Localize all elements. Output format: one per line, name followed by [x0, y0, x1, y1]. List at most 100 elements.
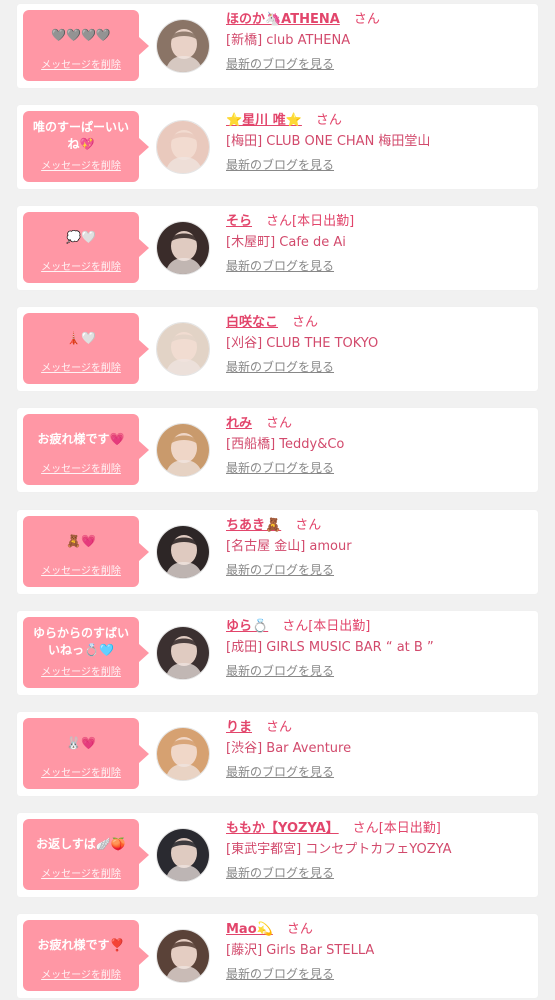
- honorific-label: さん: [295, 518, 322, 533]
- message-text: 🧸💗: [66, 533, 96, 548]
- user-info: ほのか🦄ATHENA さん [新橋] club ATHENA 最新のブログを見る: [226, 9, 531, 72]
- message-text: 🩶🩶🩶🩶: [51, 27, 111, 42]
- name-line: ⭐️星川 唯⭐️ さん: [226, 110, 531, 132]
- message-card: お疲れ様です💗 メッセージを削除 れみ さん [西船橋] Teddy&Co 最新のブログを…: [17, 408, 538, 492]
- user-name-link[interactable]: ちあき🧸: [226, 518, 281, 533]
- avatar[interactable]: [156, 929, 210, 983]
- name-line: 白咲なこ さん: [226, 312, 531, 334]
- delete-message-link[interactable]: メッセージを削除: [23, 865, 139, 880]
- honorific-label: さん: [266, 214, 293, 229]
- message-card: 🗼🤍 メッセージを削除 白咲なこ さん [刈谷] CLUB THE TOKYO 最新のブロ…: [17, 307, 538, 391]
- latest-blog-link[interactable]: 最新のブログを見る: [226, 663, 334, 679]
- user-name-link[interactable]: Mao💫: [226, 922, 273, 937]
- delete-message-link[interactable]: メッセージを削除: [23, 157, 139, 172]
- latest-blog-link[interactable]: 最新のブログを見る: [226, 764, 334, 780]
- user-info: りま さん [渋谷] Bar Aventure 最新のブログを見る: [226, 717, 531, 780]
- avatar[interactable]: [156, 828, 210, 882]
- latest-blog-link[interactable]: 最新のブログを見る: [226, 562, 334, 578]
- name-line: りま さん: [226, 717, 531, 739]
- latest-blog-link[interactable]: 最新のブログを見る: [226, 359, 334, 375]
- user-info: ちあき🧸 さん [名古屋 金山] amour 最新のブログを見る: [226, 515, 531, 578]
- user-name-link[interactable]: 白咲なこ: [226, 315, 278, 330]
- message-text: 🗼🤍: [66, 330, 96, 345]
- name-line: そら さん[本日出勤]: [226, 211, 531, 233]
- message-list: 🩶🩶🩶🩶 メッセージを削除 ほのか🦄ATHENA さん [新橋] club ATHENA…: [0, 0, 555, 1000]
- avatar[interactable]: [156, 19, 210, 73]
- avatar[interactable]: [156, 626, 210, 680]
- shop-label: [梅田] CLUB ONE CHAN 梅田堂山: [226, 134, 431, 149]
- delete-message-link[interactable]: メッセージを削除: [23, 56, 139, 71]
- user-name-link[interactable]: そら: [226, 214, 252, 229]
- user-name-link[interactable]: ゆら💍: [226, 619, 268, 634]
- message-bubble: ゆらからのすばいいねっ💍🩵 メッセージを削除: [23, 617, 149, 688]
- name-line: ほのか🦄ATHENA さん: [226, 9, 531, 31]
- latest-blog-link[interactable]: 最新のブログを見る: [226, 460, 334, 476]
- message-card: お疲れ様です❣️ メッセージを削除 Mao💫 さん [藤沢] Girls Bar STE…: [17, 914, 538, 998]
- honorific-label: さん: [353, 12, 380, 27]
- delete-message-link[interactable]: メッセージを削除: [23, 764, 139, 779]
- work-status: [本日出勤]: [378, 821, 441, 836]
- user-info: れみ さん [西船橋] Teddy&Co 最新のブログを見る: [226, 413, 531, 476]
- user-name-link[interactable]: ⭐️星川 唯⭐️: [226, 113, 302, 128]
- shop-label: [木屋町] Cafe de Ai: [226, 235, 346, 250]
- message-card: 🐰💗 メッセージを削除 りま さん [渋谷] Bar Aventure 最新のブログを見る: [17, 712, 538, 796]
- shop-label: [藤沢] Girls Bar STELLA: [226, 943, 375, 958]
- delete-message-link[interactable]: メッセージを削除: [23, 359, 139, 374]
- avatar[interactable]: [156, 120, 210, 174]
- honorific-label: さん: [315, 113, 342, 128]
- delete-message-link[interactable]: メッセージを削除: [23, 258, 139, 273]
- shop-label: [渋谷] Bar Aventure: [226, 741, 352, 756]
- avatar[interactable]: [156, 727, 210, 781]
- delete-message-link[interactable]: メッセージを削除: [23, 663, 139, 678]
- user-name-link[interactable]: れみ: [226, 416, 252, 431]
- message-text: お返しすば🪽🍑: [36, 836, 126, 851]
- avatar[interactable]: [156, 322, 210, 376]
- message-card: 唯のすーぱーいいね💖 メッセージを削除 ⭐️星川 唯⭐️ さん [梅田] CLUB ON…: [17, 105, 538, 189]
- shop-label: [西船橋] Teddy&Co: [226, 437, 345, 452]
- name-line: ゆら💍 さん[本日出勤]: [226, 616, 531, 638]
- user-name-link[interactable]: りま: [226, 720, 252, 735]
- shop-label: [名古屋 金山] amour: [226, 539, 352, 554]
- message-bubble: 🩶🩶🩶🩶 メッセージを削除: [23, 10, 149, 81]
- message-bubble: 🧸💗 メッセージを削除: [23, 516, 149, 587]
- user-info: ⭐️星川 唯⭐️ さん [梅田] CLUB ONE CHAN 梅田堂山 最新のブログを…: [226, 110, 531, 173]
- user-name-link[interactable]: ももか【YOZYA】: [226, 821, 339, 836]
- message-bubble: 🐰💗 メッセージを削除: [23, 718, 149, 789]
- honorific-label: さん: [286, 922, 313, 937]
- delete-message-link[interactable]: メッセージを削除: [23, 460, 139, 475]
- message-text: お疲れ様です❣️: [37, 937, 125, 952]
- avatar[interactable]: [156, 525, 210, 579]
- honorific-label: さん: [282, 619, 309, 634]
- latest-blog-link[interactable]: 最新のブログを見る: [226, 56, 334, 72]
- message-text: ゆらからのすばいいねっ💍🩵: [32, 626, 129, 657]
- honorific-label: さん: [266, 416, 293, 431]
- latest-blog-link[interactable]: 最新のブログを見る: [226, 157, 334, 173]
- name-line: ももか【YOZYA】 さん[本日出勤]: [226, 818, 531, 840]
- message-bubble: お返しすば🪽🍑 メッセージを削除: [23, 819, 149, 890]
- delete-message-link[interactable]: メッセージを削除: [23, 966, 139, 981]
- user-info: ゆら💍 さん[本日出勤] [成田] GIRLS MUSIC BAR “ at B ”…: [226, 616, 531, 679]
- user-info: Mao💫 さん [藤沢] Girls Bar STELLA 最新のブログを見る: [226, 919, 531, 982]
- message-bubble: 💭🤍 メッセージを削除: [23, 212, 149, 283]
- message-bubble: お疲れ様です💗 メッセージを削除: [23, 414, 149, 485]
- user-info: 白咲なこ さん [刈谷] CLUB THE TOKYO 最新のブログを見る: [226, 312, 531, 375]
- honorific-label: さん: [292, 315, 319, 330]
- latest-blog-link[interactable]: 最新のブログを見る: [226, 258, 334, 274]
- shop-label: [刈谷] CLUB THE TOKYO: [226, 336, 379, 351]
- latest-blog-link[interactable]: 最新のブログを見る: [226, 966, 334, 982]
- work-status: [本日出勤]: [308, 619, 371, 634]
- user-name-link[interactable]: ほのか🦄ATHENA: [226, 12, 340, 27]
- latest-blog-link[interactable]: 最新のブログを見る: [226, 865, 334, 881]
- avatar[interactable]: [156, 423, 210, 477]
- message-text: お疲れ様です💗: [37, 431, 125, 446]
- message-text: 唯のすーぱーいいね💖: [32, 120, 129, 151]
- shop-label: [成田] GIRLS MUSIC BAR “ at B ”: [226, 640, 434, 655]
- delete-message-link[interactable]: メッセージを削除: [23, 562, 139, 577]
- honorific-label: さん: [266, 720, 293, 735]
- name-line: Mao💫 さん: [226, 919, 531, 941]
- name-line: ちあき🧸 さん: [226, 515, 531, 537]
- avatar[interactable]: [156, 221, 210, 275]
- message-card: 💭🤍 メッセージを削除 そら さん[本日出勤] [木屋町] Cafe de Ai 最新のブ…: [17, 206, 538, 290]
- message-card: 🧸💗 メッセージを削除 ちあき🧸 さん [名古屋 金山] amour 最新のブログを見る: [17, 510, 538, 594]
- shop-label: [新橋] club ATHENA: [226, 33, 351, 48]
